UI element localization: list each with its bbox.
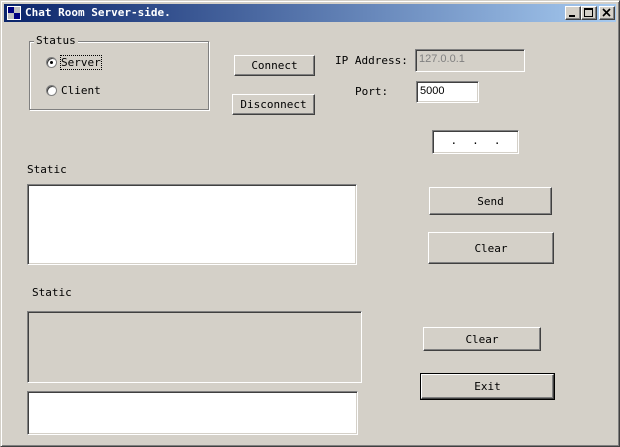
ip-address-label: IP Address: [335,54,408,67]
message-edit-box[interactable] [27,184,357,265]
radio-client-indicator[interactable] [46,85,57,96]
close-button[interactable] [599,6,615,20]
exit-button[interactable]: Exit [420,373,555,400]
radio-server[interactable]: Server [46,55,102,70]
chat-room-window: Chat Room Server-side. Status Server Cli… [0,0,620,447]
ip-address-control-dots: . . . [433,134,518,147]
minimize-icon [569,15,575,17]
maximize-icon [584,8,593,17]
window-title: Chat Room Server-side. [25,6,171,19]
ip-dot-2: . [472,134,479,147]
clear-top-button[interactable]: Clear [428,232,554,264]
maximize-button[interactable] [581,6,597,20]
static-label-bottom: Static [32,286,72,299]
ip-address-value: 127.0.0.1 [419,53,465,65]
clear-bottom-button[interactable]: Clear [423,327,541,351]
port-value: 5000 [420,85,445,97]
ip-dot-3: . [493,134,501,147]
status-group-label: Status [34,34,78,47]
close-icon [602,8,611,17]
status-groupbox [29,41,209,110]
radio-server-label[interactable]: Server [60,55,102,70]
app-icon[interactable] [6,5,22,21]
radio-client-label[interactable]: Client [61,84,101,97]
disconnect-button[interactable]: Disconnect [232,94,315,115]
port-label: Port: [355,85,389,98]
send-button[interactable]: Send [429,187,552,215]
port-field[interactable]: 5000 [416,81,479,103]
minimize-button[interactable] [565,6,581,20]
chat-input-box[interactable] [27,391,358,435]
title-bar[interactable]: Chat Room Server-side. [4,4,616,22]
ip-dot-1: . [450,134,458,147]
ip-address-field[interactable]: 127.0.0.1 [415,49,525,72]
static-label-top: Static [27,163,67,176]
connect-button[interactable]: Connect [234,55,315,76]
ip-address-control[interactable]: . . . [432,130,519,154]
radio-client[interactable]: Client [46,84,101,97]
chat-log-box[interactable] [27,311,362,383]
radio-server-indicator[interactable] [46,57,57,68]
